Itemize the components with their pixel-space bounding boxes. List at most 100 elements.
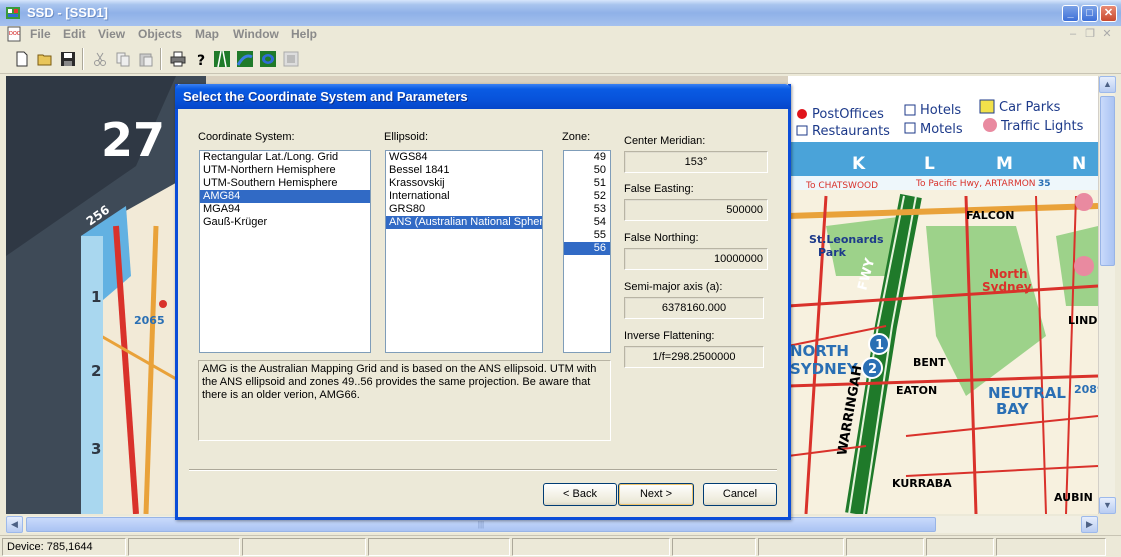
list-item[interactable]: WGS84 xyxy=(386,151,542,164)
dialog-title: Select the Coordinate System and Paramet… xyxy=(183,89,468,104)
disabled-icon[interactable] xyxy=(279,48,302,70)
scroll-up-icon[interactable]: ▲ xyxy=(1099,76,1116,93)
map-label-to-chatswood: To CHATSWOOD xyxy=(805,181,878,191)
list-item[interactable]: UTM-Northern Hemisphere xyxy=(200,164,370,177)
globe-icon[interactable] xyxy=(256,48,279,70)
list-item-selected[interactable]: 56 xyxy=(564,242,610,255)
toolbar: ? xyxy=(0,44,1121,74)
legend-car-parks: Car Parks xyxy=(999,100,1061,115)
list-item[interactable]: Rectangular Lat./Long. Grid xyxy=(200,151,370,164)
legend-post-offices: PostOffices xyxy=(812,107,884,122)
map-label-sydney: Sydney xyxy=(982,280,1032,294)
document-icon[interactable]: DOC xyxy=(6,26,22,42)
dialog-title-bar[interactable]: Select the Coordinate System and Paramet… xyxy=(175,84,791,109)
menu-view[interactable]: View xyxy=(98,27,125,41)
list-item[interactable]: 49 xyxy=(564,151,610,164)
map-label-to-pacific: To Pacific Hwy, ARTARMON xyxy=(915,179,1036,189)
grid-col-l: L xyxy=(924,154,935,174)
cancel-button[interactable]: Cancel xyxy=(703,483,777,506)
status-panel xyxy=(996,538,1106,556)
new-icon[interactable] xyxy=(10,48,33,70)
vertical-scroll-thumb[interactable] xyxy=(1100,96,1115,266)
grid-row-2: 2 xyxy=(91,362,101,380)
print-icon[interactable] xyxy=(166,48,189,70)
list-item[interactable]: 51 xyxy=(564,177,610,190)
semi-major-axis-label: Semi-major axis (a): xyxy=(624,281,723,293)
minimize-button[interactable]: _ xyxy=(1062,5,1079,22)
semi-major-axis-value: 6378160.000 xyxy=(624,297,764,319)
scroll-left-icon[interactable]: ◀ xyxy=(6,516,23,533)
list-item[interactable]: GRS80 xyxy=(386,203,542,216)
next-button[interactable]: Next > xyxy=(618,483,694,506)
menu-objects[interactable]: Objects xyxy=(138,27,182,41)
ellipsoid-list[interactable]: WGS84 Bessel 1841 Krassovskij Internatio… xyxy=(385,150,543,353)
list-item[interactable]: 55 xyxy=(564,229,610,242)
grid-col-k: K xyxy=(852,154,866,174)
list-item[interactable]: Bessel 1841 xyxy=(386,164,542,177)
list-item[interactable]: 54 xyxy=(564,216,610,229)
road-map-icon[interactable] xyxy=(210,48,233,70)
false-easting-label: False Easting: xyxy=(624,183,694,195)
list-item[interactable]: 52 xyxy=(564,190,610,203)
list-item[interactable]: Krassovskij xyxy=(386,177,542,190)
cut-icon[interactable] xyxy=(88,48,111,70)
menu-help[interactable]: Help xyxy=(291,27,317,41)
menu-edit[interactable]: Edit xyxy=(63,27,86,41)
list-item[interactable]: Gauß-Krüger xyxy=(200,216,370,229)
list-item[interactable]: UTM-Southern Hemisphere xyxy=(200,177,370,190)
svg-text:?: ? xyxy=(197,53,205,67)
map-marker-1: 1 xyxy=(875,338,884,353)
copy-icon[interactable] xyxy=(111,48,134,70)
open-icon[interactable] xyxy=(33,48,56,70)
status-panel xyxy=(758,538,844,556)
maximize-button[interactable]: □ xyxy=(1081,5,1098,22)
save-icon[interactable] xyxy=(56,48,79,70)
vertical-scrollbar[interactable]: ▲ ▼ xyxy=(1098,76,1116,514)
list-item[interactable]: 50 xyxy=(564,164,610,177)
status-panel xyxy=(846,538,924,556)
menu-window[interactable]: Window xyxy=(233,27,279,41)
mdi-close-icon[interactable]: ✕ xyxy=(1100,27,1114,41)
status-bar: Device: 785,1644 xyxy=(0,535,1121,557)
list-item[interactable]: International xyxy=(386,190,542,203)
mdi-minimize-icon[interactable]: – xyxy=(1066,27,1080,41)
center-meridian-label: Center Meridian: xyxy=(624,135,706,147)
toolbar-separator xyxy=(82,48,84,70)
grid-row-3: 3 xyxy=(91,440,101,458)
map-label-2089: 2089 xyxy=(1074,383,1098,396)
close-button[interactable]: ✕ xyxy=(1100,5,1117,22)
map-label-kurraba: KURRABA xyxy=(892,477,952,490)
status-panel xyxy=(128,538,240,556)
false-easting-value: 500000 xyxy=(624,199,768,221)
route-icon[interactable] xyxy=(233,48,256,70)
paste-icon[interactable] xyxy=(134,48,157,70)
map-label-35: 35 xyxy=(1038,179,1051,189)
menu-map[interactable]: Map xyxy=(195,27,219,41)
map-label-park: Park xyxy=(818,246,847,259)
list-item-selected[interactable]: ANS (Australian National Spheroid) xyxy=(386,216,542,229)
back-button[interactable]: < Back xyxy=(543,483,617,506)
help-icon[interactable]: ? xyxy=(189,48,212,70)
list-item-selected[interactable]: AMG84 xyxy=(200,190,370,203)
svg-text:DOC: DOC xyxy=(9,31,21,37)
application-window: SSD - [SSD1] _ □ ✕ DOC File Edit View Ob… xyxy=(0,0,1121,557)
window-title: SSD - [SSD1] xyxy=(27,5,108,20)
scroll-down-icon[interactable]: ▼ xyxy=(1099,497,1116,514)
status-panel xyxy=(368,538,510,556)
menu-file[interactable]: File xyxy=(30,27,51,41)
map-label-2065: 2065 xyxy=(134,314,165,327)
map-label-st-leonards: St.Leonards xyxy=(809,233,884,246)
mdi-restore-icon[interactable]: ❐ xyxy=(1083,27,1097,41)
coordinate-system-list[interactable]: Rectangular Lat./Long. Grid UTM-Northern… xyxy=(199,150,371,353)
grid-col-n: N xyxy=(1072,154,1086,174)
map-label-lindsay: LINDSAY xyxy=(1068,314,1098,327)
list-item[interactable]: MGA94 xyxy=(200,203,370,216)
title-bar[interactable]: SSD - [SSD1] _ □ ✕ xyxy=(0,0,1121,26)
scroll-right-icon[interactable]: ▶ xyxy=(1081,516,1098,533)
legend-restaurants: Restaurants xyxy=(812,124,890,139)
legend-motels: Motels xyxy=(920,122,963,137)
status-panel xyxy=(512,538,670,556)
map-label-bay: BAY xyxy=(996,400,1030,418)
zone-list[interactable]: 49 50 51 52 53 54 55 56 xyxy=(563,150,611,353)
list-item[interactable]: 53 xyxy=(564,203,610,216)
